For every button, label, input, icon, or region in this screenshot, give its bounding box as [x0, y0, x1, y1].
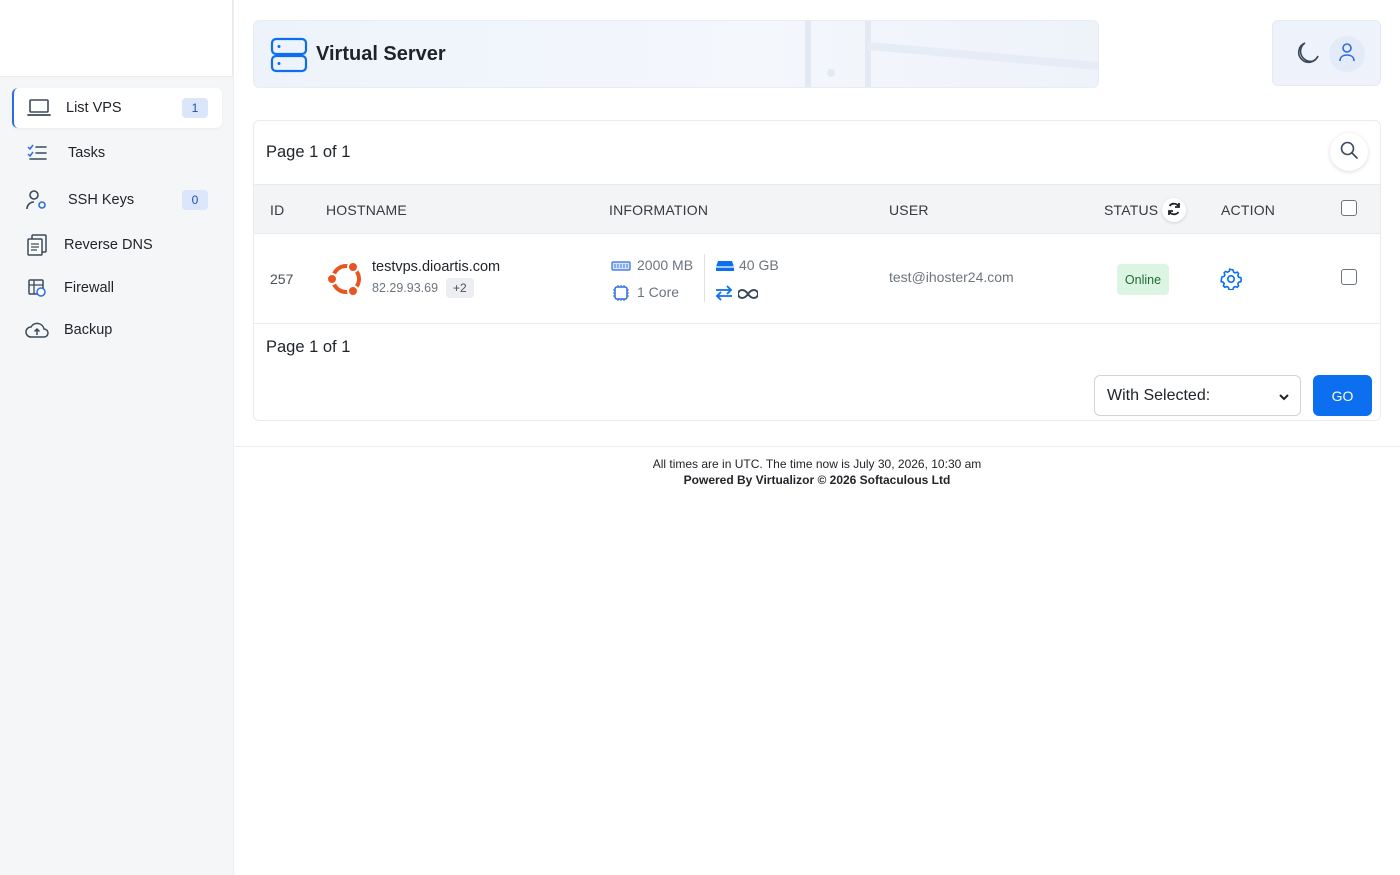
laptop-icon — [26, 96, 52, 120]
moon-icon[interactable] — [1295, 41, 1321, 72]
vps-disk: 40 GB — [739, 257, 779, 273]
footer-divider — [234, 446, 1400, 447]
cloud-upload-icon — [24, 318, 50, 342]
footer-time: All times are in UTC. The time now is Ju… — [652, 457, 982, 471]
cpu-icon — [612, 284, 630, 307]
page-header: Virtual Server — [253, 20, 1099, 88]
column-header-hostname: HOSTNAME — [326, 202, 407, 218]
sidebar-item-reverse-dns[interactable]: Reverse DNS — [12, 225, 222, 265]
sidebar-item-backup[interactable]: Backup — [12, 310, 222, 350]
sidebar-item-label: Tasks — [68, 145, 106, 161]
refresh-status-button[interactable] — [1162, 198, 1186, 222]
sidebar-item-tasks[interactable]: Tasks — [12, 133, 222, 173]
user-menu-button[interactable] — [1329, 36, 1365, 72]
vps-list-card: Page 1 of 1 ID HOSTNAME INFORMATION USER… — [253, 120, 1381, 421]
bulk-action-selected-value: With Selected: — [1107, 386, 1211, 404]
vps-ram: 2000 MB — [637, 257, 694, 273]
bulk-action-select[interactable]: With Selected: — [1094, 375, 1301, 416]
footer-powered-by: Powered By Virtualizor © 2026 Softaculou… — [683, 473, 951, 487]
vps-cpu: 1 Core — [637, 284, 680, 300]
extra-ips-badge[interactable]: +2 — [446, 278, 474, 298]
pagination-top: Page 1 of 1 — [266, 143, 351, 161]
search-button[interactable] — [1330, 133, 1368, 171]
ssh-key-count-badge: 0 — [182, 190, 208, 210]
server-icon — [270, 37, 308, 78]
sidebar-item-label: Firewall — [64, 280, 114, 296]
search-icon — [1340, 141, 1358, 164]
sidebar-item-label: List VPS — [66, 100, 122, 116]
header-decoration — [805, 21, 1098, 87]
user-icon — [1338, 42, 1356, 67]
sidebar-item-firewall[interactable]: Firewall — [12, 268, 222, 308]
ubuntu-icon — [326, 259, 366, 304]
sidebar-item-list-vps[interactable]: List VPS 1 — [12, 88, 222, 128]
table-row: 257 testvps.dioartis.com 82.29.93.69 +2 … — [254, 234, 1380, 324]
vps-count-badge: 1 — [182, 98, 208, 118]
task-list-icon — [24, 141, 50, 165]
chevron-down-icon — [1278, 390, 1290, 408]
header-actions — [1272, 20, 1381, 86]
disk-icon — [715, 259, 735, 278]
logo-area — [0, 0, 233, 77]
sidebar-item-label: Reverse DNS — [64, 237, 153, 253]
go-button[interactable]: GO — [1313, 375, 1372, 416]
bandwidth-icon — [714, 284, 734, 307]
table-header: ID HOSTNAME INFORMATION USER STATUS ACTI… — [254, 184, 1380, 234]
ram-icon — [611, 259, 631, 277]
vps-id: 257 — [270, 271, 294, 287]
vps-ip: 82.29.93.69 — [372, 281, 439, 295]
page-title: Virtual Server — [316, 43, 446, 65]
column-header-status: STATUS — [1104, 198, 1186, 222]
pagination-bottom: Page 1 of 1 — [266, 338, 351, 356]
key-user-icon — [24, 188, 50, 212]
info-divider — [704, 254, 705, 302]
sidebar-item-label: SSH Keys — [68, 192, 135, 208]
column-header-action: ACTION — [1221, 202, 1276, 218]
column-header-user: USER — [889, 202, 929, 218]
row-select-checkbox[interactable] — [1341, 269, 1357, 285]
firewall-icon — [24, 276, 50, 300]
dns-icon — [24, 233, 50, 257]
column-header-information: INFORMATION — [609, 202, 709, 218]
status-badge: Online — [1117, 264, 1169, 295]
status-header-label: STATUS — [1104, 202, 1159, 218]
column-header-id: ID — [270, 202, 285, 218]
infinity-icon — [737, 287, 759, 305]
refresh-icon — [1167, 202, 1181, 219]
footer: All times are in UTC. The time now is Ju… — [234, 456, 1400, 488]
vps-user: test@ihoster24.com — [889, 269, 1014, 285]
gear-icon[interactable] — [1220, 268, 1242, 295]
vps-hostname-link[interactable]: testvps.dioartis.com — [372, 259, 500, 275]
sidebar: List VPS 1 Tasks SSH Keys 0 Reverse DNS … — [0, 0, 234, 875]
sidebar-item-ssh-keys[interactable]: SSH Keys 0 — [12, 180, 222, 220]
select-all-checkbox[interactable] — [1341, 200, 1357, 216]
sidebar-item-label: Backup — [64, 322, 113, 338]
